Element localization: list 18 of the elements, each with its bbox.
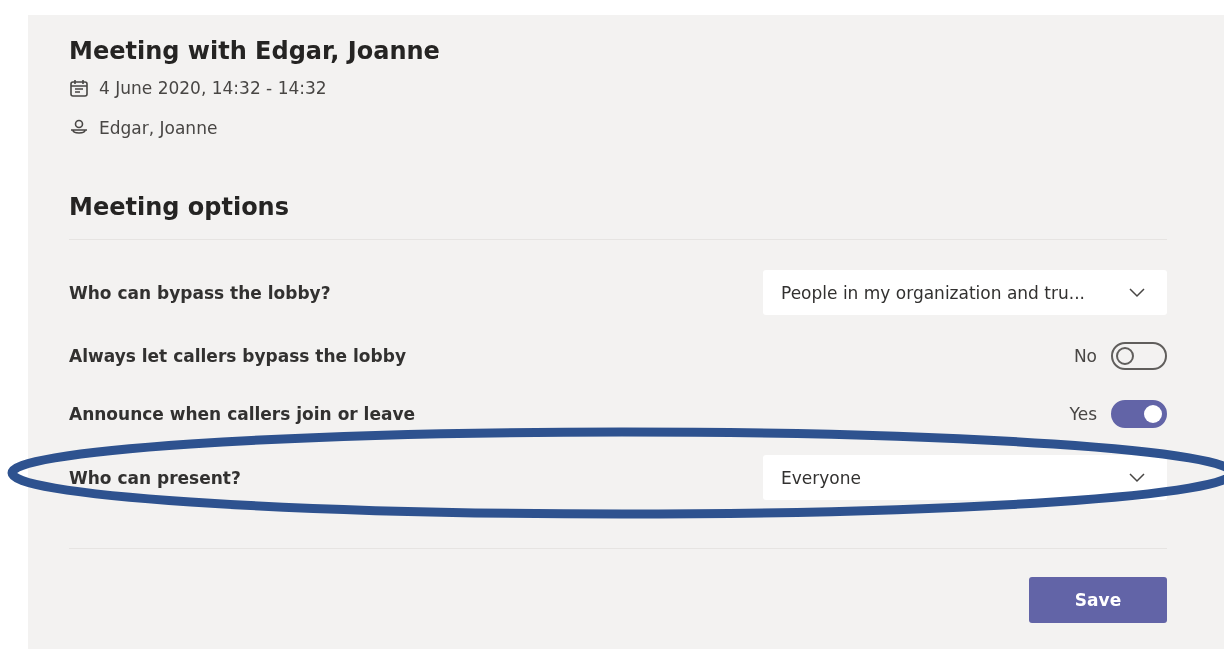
chevron-down-icon xyxy=(1129,287,1145,298)
section-heading: Meeting options xyxy=(69,192,290,223)
dropdown[interactable]: People in my organization and tru... xyxy=(763,270,1167,315)
option-label: Who can present? xyxy=(69,467,241,488)
meeting-participants: Edgar, Joanne xyxy=(99,117,218,139)
meeting-title: Meeting with Edgar, Joanne xyxy=(69,36,441,67)
option-label: Who can bypass the lobby? xyxy=(69,282,331,303)
save-button[interactable]: Save xyxy=(1029,577,1167,623)
toggle-state-text: No xyxy=(1073,346,1097,366)
toggle-switch[interactable] xyxy=(1111,342,1167,370)
chevron-down-icon xyxy=(1129,472,1145,483)
toggle-state-text: Yes xyxy=(1069,404,1097,424)
option-label: Always let callers bypass the lobby xyxy=(69,346,406,366)
option-label: Announce when callers join or leave xyxy=(69,404,416,424)
meeting-date: 4 June 2020, 14:32 - 14:32 xyxy=(99,77,327,99)
dropdown[interactable]: Everyone xyxy=(763,455,1167,500)
calendar-icon xyxy=(69,78,89,98)
toggle-switch[interactable] xyxy=(1111,400,1167,428)
